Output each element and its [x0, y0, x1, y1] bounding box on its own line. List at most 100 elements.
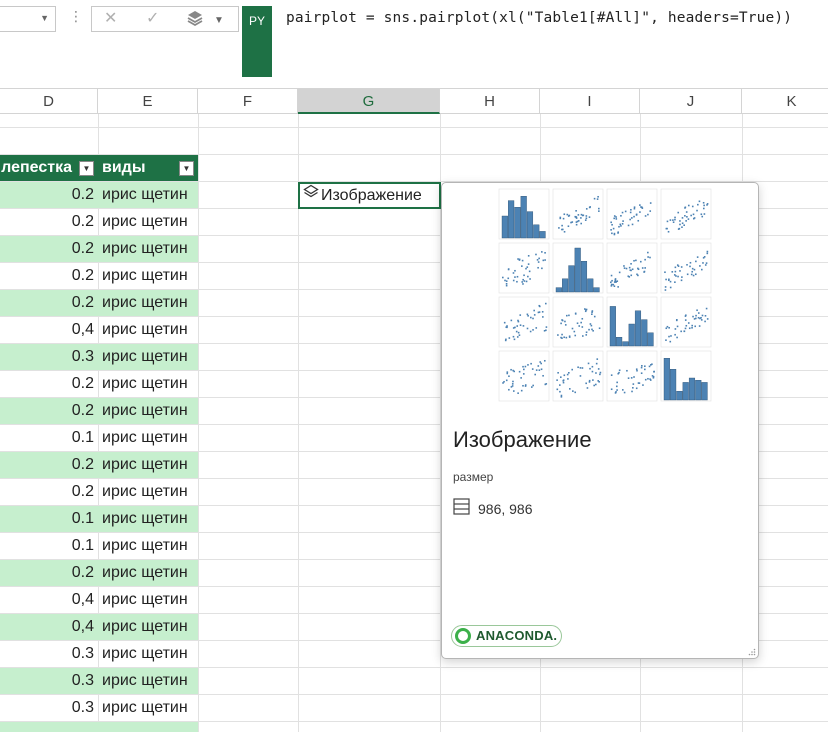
table-cell-value[interactable]: 0.3 [0, 344, 98, 370]
table-cell-value[interactable]: 0.3 [0, 641, 98, 667]
chevron-down-icon[interactable]: ▼ [214, 11, 224, 31]
table-cell-value[interactable]: 0.1 [0, 506, 98, 532]
table-cell-value[interactable]: 0.2 [0, 236, 98, 262]
table-cell-species[interactable]: ирис щетин [98, 614, 198, 640]
confirm-icon[interactable]: ✓ [146, 9, 159, 29]
table-cell-value[interactable]: 0,4 [0, 587, 98, 613]
pairplot-point [612, 227, 615, 230]
pairplot-point [615, 385, 618, 388]
table-cell-species[interactable]: ирис щетин [98, 371, 198, 397]
table-cell-species[interactable]: ирис щетин [98, 263, 198, 289]
table-cell-species[interactable]: ирис щетин [98, 695, 198, 721]
table-cell-value[interactable]: 0.2 [0, 452, 98, 478]
pairplot-point [674, 333, 676, 336]
table-cell-value[interactable]: 0.2 [0, 371, 98, 397]
name-box[interactable]: ▼ [0, 6, 56, 32]
column-header-g[interactable]: G [298, 89, 440, 114]
pairplot-point [664, 271, 666, 274]
pairplot-point [520, 377, 522, 379]
pairplot-point [510, 319, 513, 322]
pairplot-point [543, 359, 546, 362]
table-cell-species[interactable]: ирис щетин [98, 290, 198, 316]
pairplot-point [671, 271, 674, 273]
pairplot-bar [670, 368, 677, 401]
pairplot-point [592, 379, 594, 381]
table-cell-value[interactable]: 0.2 [0, 263, 98, 289]
pairplot-point [545, 383, 548, 385]
pairplot-point [701, 268, 703, 271]
column-header-k[interactable]: K [742, 89, 828, 114]
table-cell-species[interactable]: ирис щетин [98, 506, 198, 532]
pairplot-point [582, 214, 585, 217]
pairplot-point [705, 262, 708, 264]
table-cell-value[interactable]: 0.3 [0, 695, 98, 721]
pairplot-point [512, 390, 515, 392]
more-options-icon[interactable]: ⋮ [69, 9, 83, 23]
column-header-h[interactable]: H [440, 89, 540, 114]
cancel-icon[interactable]: ✕ [104, 9, 117, 29]
pairplot-point [635, 368, 638, 371]
pairplot-point [518, 334, 521, 336]
pairplot-point [669, 219, 672, 221]
table-cell-value[interactable]: 0.2 [0, 290, 98, 316]
table-cell-species[interactable]: ирис щетин [98, 668, 198, 694]
column-header-i[interactable]: I [540, 89, 640, 114]
formula-input[interactable]: pairplot = sns.pairplot(xl("Table1[#All]… [286, 10, 792, 26]
table-cell-species[interactable]: ирис щетин [98, 560, 198, 586]
table-cell-species[interactable]: ирис щетин [98, 425, 198, 451]
column-header-e[interactable]: E [98, 89, 198, 114]
column-header-j[interactable]: J [640, 89, 742, 114]
table-cell-value[interactable]: 0.2 [0, 479, 98, 505]
table-cell-species[interactable]: ирис щетин [98, 317, 198, 343]
pairplot-point [585, 382, 587, 385]
pairplot-point [527, 263, 530, 265]
table-cell-species[interactable]: ирис щетин [98, 533, 198, 559]
resize-grip-icon[interactable] [748, 648, 756, 656]
table-cell-value[interactable]: 0.2 [0, 560, 98, 586]
pairplot-bar [682, 382, 689, 401]
pairplot-point [514, 269, 516, 272]
table-cell-value[interactable]: 0.1 [0, 425, 98, 451]
table-cell-value[interactable]: 0.2 [0, 398, 98, 424]
pairplot-point [503, 321, 506, 324]
anaconda-ring-icon [455, 628, 471, 644]
table-cell-value[interactable]: 0.2 [0, 182, 98, 208]
table-cell-value[interactable]: 0.2 [0, 209, 98, 235]
column-header-d[interactable]: D [0, 89, 98, 114]
pairplot-point [561, 319, 564, 322]
pairplot-point [649, 202, 652, 204]
pairplot-point [644, 365, 646, 368]
table-cell-species[interactable]: ирис щетин [98, 344, 198, 370]
table-cell-species[interactable]: ирис щетин [98, 479, 198, 505]
pairplot-point [704, 320, 706, 323]
filter-dropdown-icon[interactable]: ▼ [79, 161, 94, 176]
table-cell-species[interactable]: ирис щетин [98, 398, 198, 424]
pairplot-point [703, 213, 706, 215]
pairplot-point [631, 217, 633, 219]
table-cell-value[interactable]: 0,4 [0, 317, 98, 343]
pairplot-point [647, 213, 649, 216]
table-cell-species[interactable]: ирис щетин [98, 209, 198, 235]
table-cell-species[interactable]: ирис щетин [98, 641, 198, 667]
table-cell-value[interactable]: 0.3 [0, 668, 98, 694]
table-cell-species[interactable]: ирис щетин [98, 587, 198, 613]
column-header-f[interactable]: F [198, 89, 298, 114]
table-cell-value[interactable]: 0.1 [0, 533, 98, 559]
pairplot-point [686, 273, 689, 276]
pairplot-point [679, 223, 681, 226]
chevron-down-icon[interactable]: ▼ [40, 13, 49, 23]
python-output-icon[interactable] [186, 9, 204, 33]
pairplot-point [593, 384, 595, 387]
filter-dropdown-icon[interactable]: ▼ [179, 161, 194, 176]
pairplot-point [522, 384, 524, 387]
table-cell-value[interactable]: 0,4 [0, 614, 98, 640]
pairplot-point [580, 321, 582, 324]
table-cell-species[interactable]: ирис щетин [98, 182, 198, 208]
pairplot-point [652, 376, 655, 379]
table-cell-species[interactable]: ирис щетин [98, 452, 198, 478]
pairplot-point [521, 265, 523, 267]
pairplot-point [613, 285, 616, 287]
image-cell[interactable]: Изображение [298, 182, 441, 209]
table-cell-species[interactable]: ирис щетин [98, 236, 198, 262]
pairplot-point [665, 227, 668, 230]
